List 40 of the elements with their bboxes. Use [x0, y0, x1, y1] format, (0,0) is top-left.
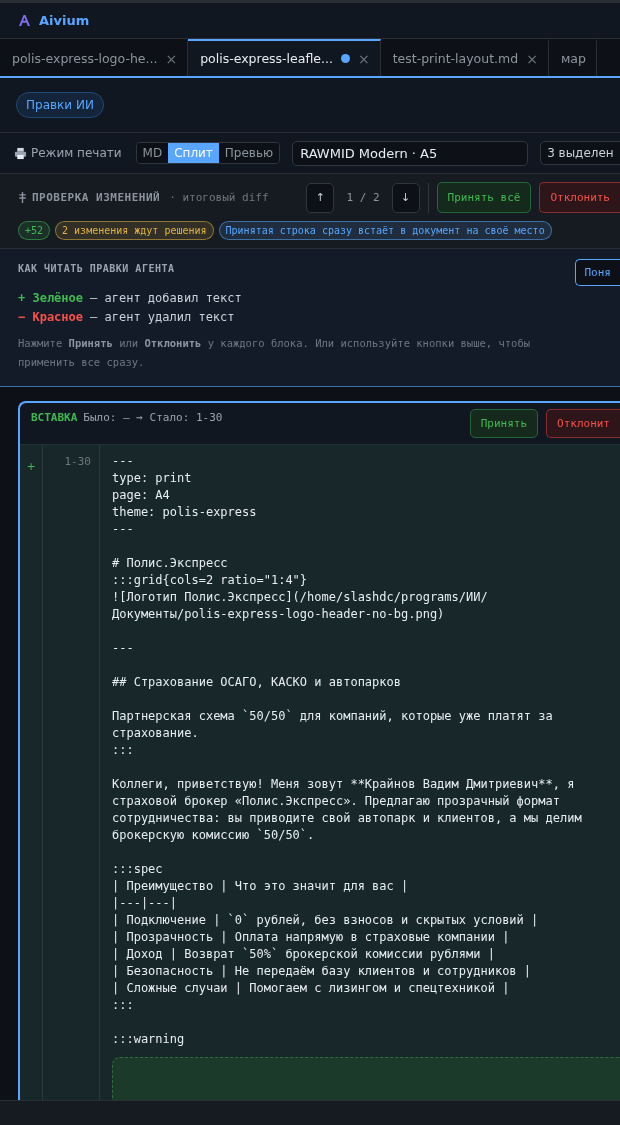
help-title: КАК ЧИТАТЬ ПРАВКИ АГЕНТА: [18, 263, 175, 274]
change-counter: 1 / 2: [345, 191, 381, 204]
diff-icon: [18, 191, 27, 204]
reject-button[interactable]: Отклонит: [546, 409, 620, 438]
close-tab-button[interactable]: ×: [526, 50, 538, 67]
help-note: Нажмите Принять или Отклонить у каждого блока. Или используйте кнопки выше, чтобы применить все сразу.: [18, 336, 532, 370]
view-mode-button[interactable]: MD: [136, 143, 169, 163]
hunk-type-label: ВСТАВКА: [31, 411, 78, 424]
file-tab[interactable]: test-print-layout.md ×: [380, 39, 549, 76]
close-tab-button[interactable]: ×: [357, 50, 370, 67]
view-mode-button[interactable]: Превью: [218, 143, 280, 163]
print-mode-label: Режим печати: [31, 146, 122, 160]
line-range: 1-30: [64, 455, 91, 468]
legend-term: + Зелёное: [18, 291, 84, 305]
accept-all-button[interactable]: Принять всё: [436, 182, 532, 213]
file-tab[interactable]: мар: [548, 39, 597, 76]
dismiss-button[interactable]: Поня: [574, 259, 620, 286]
hunk-range: Было: — → Стало: 1-30: [83, 411, 223, 424]
theme-select[interactable]: RAWMID Modern · A5: [292, 140, 529, 166]
file-tab[interactable]: polis-express-leafle... ×: [188, 39, 381, 76]
reject-all-button[interactable]: Отклонить: [539, 182, 620, 213]
legend-text: — агент удалил текст: [90, 310, 235, 324]
status-badge: +52: [18, 221, 51, 240]
review-title: ПРОВЕРКА ИЗМЕНЕНИЙ: [32, 191, 161, 204]
previous-change-button[interactable]: ↑: [306, 182, 335, 213]
app-logo-icon: [18, 14, 31, 27]
status-badge: 2 изменения ждут решения: [55, 221, 214, 240]
added-marker: +: [26, 460, 36, 473]
next-change-button[interactable]: ↓: [391, 182, 420, 213]
app-title: Aivium: [39, 13, 90, 28]
ai-edits-chip[interactable]: Правки ИИ: [16, 92, 104, 118]
review-subtitle: · итоговый diff: [169, 191, 269, 204]
legend-term: − Красное: [18, 310, 84, 324]
status-badge: Принятая строка сразу встаёт в документ на своё место: [218, 221, 552, 240]
legend-text: — агент добавил текст: [90, 291, 242, 305]
code-text: --- type: print page: A4 theme: polis-express --- # Полис.Экспресс :::grid{cols=2 ratio="1:4"} ![Логотип Полис.Экспресс](/home/slashdc/programs/ИИ/Документы/polis-express-logo-header-no-bg.png) --- ## Страхование ОСАГО, КАСКО и автопарков Партнерская схема `50/50` для компаний, которые уже платят за страхование. ::: Коллеги, приветствую! Меня зовут **Крайнов Вадим Дмитриевич**, я страховой брокер «Полис.Экспресс». Предлагаю прозрачный формат сотрудничества: вы приводите свой автопарк и клиентов, а мы делим брокерскую комиссию `50/50`. :::spec | Преимущество | Что это значит для вас | |---|---| | Подключение | `0` рублей, без взносов и скрытых условий | | Прозрачность | Оплата напрямую в страховые компании | | Доход | Возврат `50%` брокерской комиссии рублями | | Безопасность | Не передаём базу клиентов и сотрудников | | Сложные случаи | Помогаем с лизингом и спецтехникой | ::: :::warning: [112, 453, 582, 1048]
printer-icon: [14, 146, 27, 160]
accept-button[interactable]: Принять: [469, 409, 538, 438]
selection-select[interactable]: 3 выделен: [540, 141, 620, 165]
close-tab-button[interactable]: ×: [165, 50, 178, 67]
